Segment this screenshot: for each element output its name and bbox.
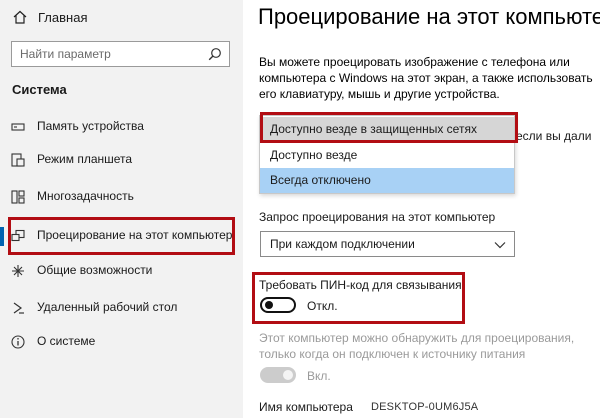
info-icon xyxy=(11,335,25,349)
sidebar-item-label: Режим планшета xyxy=(37,152,133,166)
sidebar-item-multitasking[interactable]: Многозадачность xyxy=(0,182,243,212)
search-box[interactable] xyxy=(11,41,230,67)
sidebar-item-label: Общие возможности xyxy=(37,263,153,277)
home-icon xyxy=(13,10,27,24)
highlight-frame-pin xyxy=(252,272,465,324)
projection-request-label: Запрос проецирования на этот компьютер xyxy=(259,210,496,224)
section-title: Система xyxy=(12,82,67,97)
tablet-mode-icon xyxy=(11,153,25,167)
sidebar-item-remote-desktop[interactable]: Удаленный рабочий стол xyxy=(0,293,243,323)
highlight-frame-option xyxy=(260,112,518,143)
projection-request-select[interactable]: При каждом подключении xyxy=(260,231,515,257)
home-link[interactable]: Главная xyxy=(0,0,243,36)
sidebar-item-label: Удаленный рабочий стол xyxy=(37,300,178,314)
main-panel: Проецирование на этот компьютер Вы может… xyxy=(243,0,600,418)
projection-request-value: При каждом подключении xyxy=(270,237,415,251)
chevron-down-icon xyxy=(494,242,506,249)
obscured-text-fragment: если вы дали xyxy=(516,129,592,143)
multitasking-icon xyxy=(11,190,25,204)
sidebar-item-storage[interactable]: Память устройства xyxy=(0,112,243,142)
power-toggle-state: Вкл. xyxy=(307,369,331,383)
search-input[interactable] xyxy=(12,42,202,66)
shared-experiences-icon xyxy=(12,265,24,277)
storage-icon xyxy=(11,123,25,131)
pc-name-value: DESKTOP-0UM6J5A xyxy=(371,401,479,413)
highlight-frame-projecting xyxy=(8,217,235,255)
option-always-off[interactable]: Всегда отключено xyxy=(260,168,514,193)
sidebar: Главная Система Память устройства Режим … xyxy=(0,0,243,418)
power-source-toggle xyxy=(260,367,296,383)
sidebar-item-tablet-mode[interactable]: Режим планшета xyxy=(0,145,243,175)
remote-desktop-icon xyxy=(13,302,24,314)
sidebar-item-shared-experiences[interactable]: Общие возможности xyxy=(0,256,243,286)
sidebar-item-about[interactable]: О системе xyxy=(0,327,243,357)
page-description: Вы можете проецировать изображение с тел… xyxy=(259,55,593,101)
sidebar-item-label: Память устройства xyxy=(37,119,144,133)
sidebar-item-label: О системе xyxy=(37,334,96,348)
page-title: Проецирование на этот компьютер xyxy=(258,4,600,29)
pc-name-label: Имя компьютера xyxy=(259,400,353,414)
option-available-everywhere[interactable]: Доступно везде xyxy=(260,143,514,168)
search-icon[interactable] xyxy=(208,47,222,61)
toggle-knob xyxy=(283,370,293,380)
home-label: Главная xyxy=(38,10,88,25)
sidebar-item-label: Многозадачность xyxy=(37,189,134,203)
discover-hint: Этот компьютер можно обнаружить для прое… xyxy=(259,331,575,361)
